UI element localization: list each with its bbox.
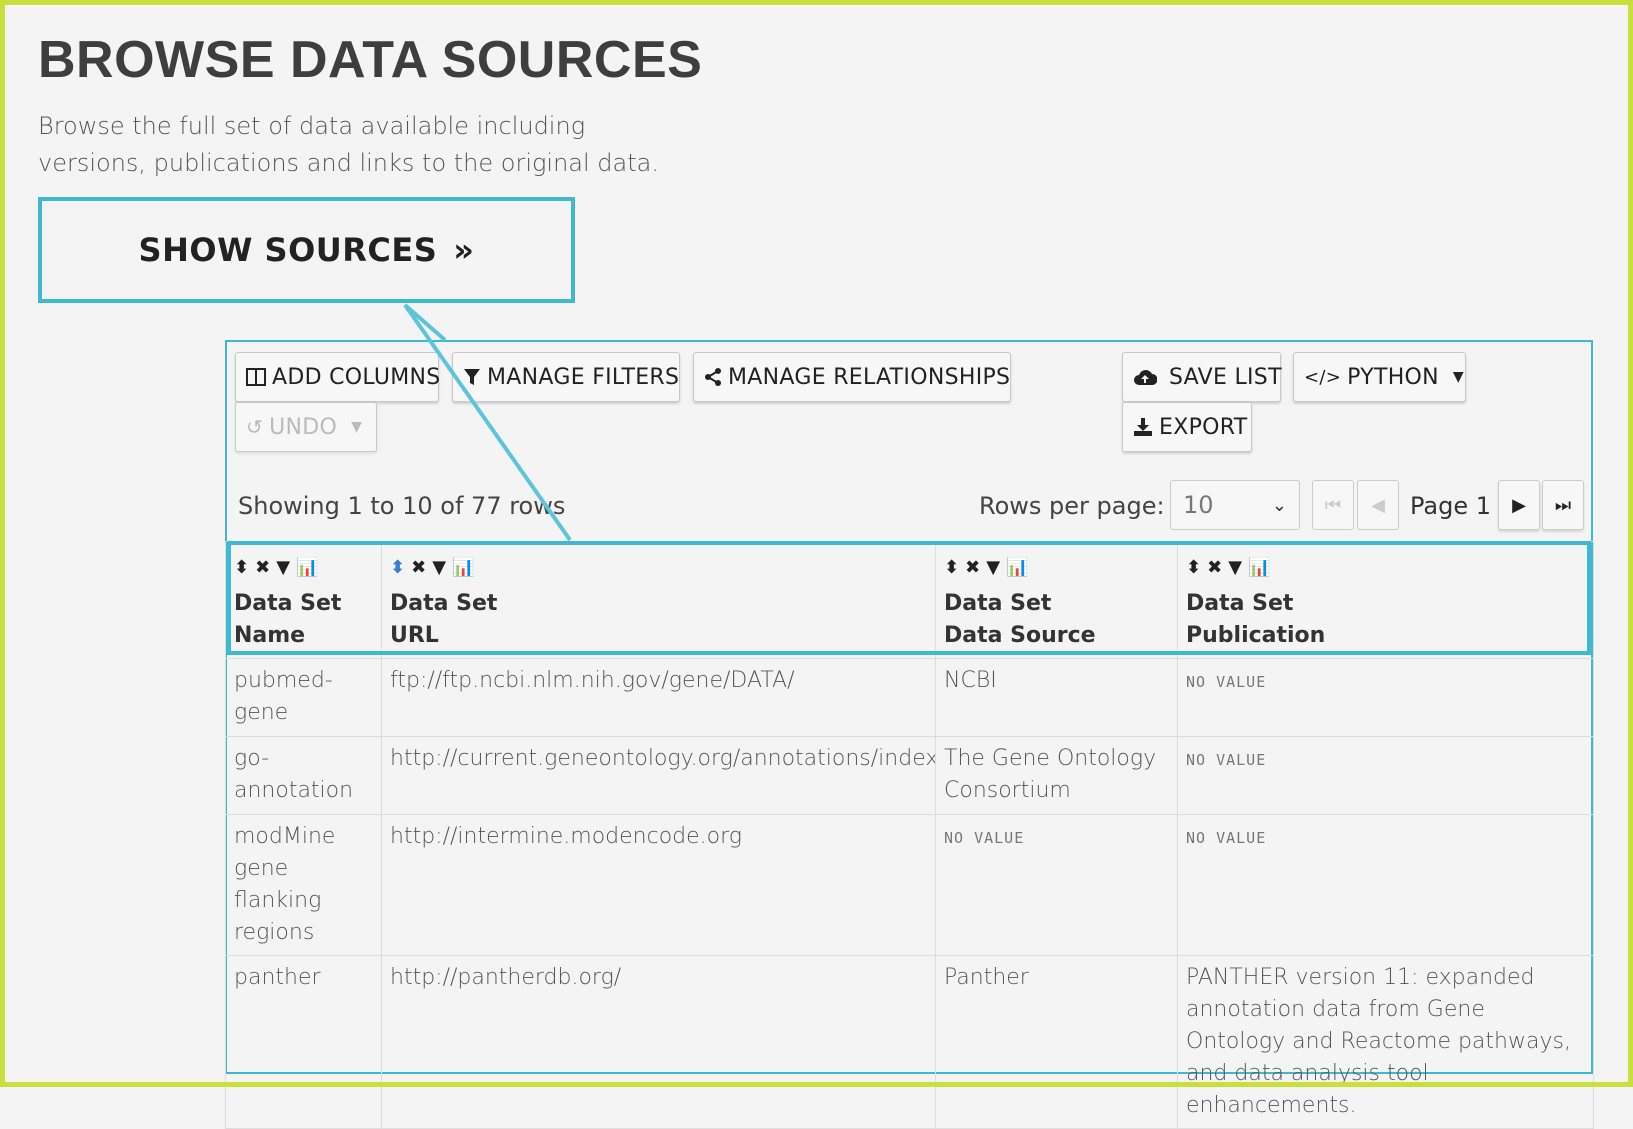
- export-button[interactable]: EXPORT: [1122, 402, 1252, 452]
- page-indicator: Page 1: [1410, 492, 1491, 520]
- undo-label: UNDO: [269, 414, 338, 440]
- show-sources-button[interactable]: SHOW SOURCES »: [38, 197, 575, 303]
- table-row[interactable]: pubmed-gene ftp://ftp.ncbi.nlm.nih.gov/g…: [225, 658, 1594, 737]
- cell-name: pubmed-gene: [225, 658, 382, 737]
- remove-column-icon[interactable]: ✖: [1207, 552, 1222, 584]
- column-header-line1: Data Set: [390, 591, 498, 616]
- rows-per-page-label: Rows per page:: [979, 492, 1165, 520]
- first-page-button[interactable]: ⏮: [1312, 480, 1354, 530]
- add-columns-button[interactable]: ADD COLUMNS: [235, 352, 441, 402]
- code-icon: </>: [1304, 366, 1342, 388]
- next-page-button[interactable]: ▶: [1498, 480, 1540, 530]
- manage-relationships-button[interactable]: MANAGE RELATIONSHIPS: [693, 352, 1011, 402]
- table-row[interactable]: panther http://pantherdb.org/ Panther PA…: [225, 955, 1594, 1129]
- no-value-label: NO VALUE: [1186, 673, 1267, 691]
- summary-chart-icon[interactable]: 📊: [1006, 552, 1028, 584]
- column-header-line2: Data Source: [944, 623, 1096, 648]
- column-header-publication: ⬍ ✖ ▼ 📊 Data Set Publication: [1177, 541, 1594, 659]
- column-header-line2: Name: [234, 623, 306, 648]
- undo-button[interactable]: ↺ UNDO ▼: [235, 402, 377, 452]
- summary-chart-icon[interactable]: 📊: [296, 552, 318, 584]
- column-header-line1: Data Set: [234, 591, 342, 616]
- no-value-label: NO VALUE: [1186, 829, 1267, 847]
- add-columns-label: ADD COLUMNS: [272, 364, 441, 390]
- show-sources-label: SHOW SOURCES: [138, 231, 438, 269]
- cell-source: Panther: [935, 955, 1178, 1129]
- table-header-row: ⬍ ✖ ▼ 📊 Data Set Name ⬍ ✖ ▼ 📊 Data Set U…: [225, 541, 1594, 659]
- cell-name: go-annotation: [225, 736, 382, 815]
- cell-name: modMine gene flanking regions: [225, 814, 382, 956]
- cell-url: http://intermine.modencode.org: [381, 814, 936, 956]
- sort-icon[interactable]: ⬍: [1186, 552, 1201, 584]
- cell-name: panther: [225, 955, 382, 1129]
- column-header-line1: Data Set: [944, 591, 1052, 616]
- last-page-button[interactable]: ⏭: [1542, 480, 1584, 530]
- cell-url: http://current.geneontology.org/annotati…: [381, 736, 936, 815]
- manage-filters-button[interactable]: MANAGE FILTERS: [452, 352, 680, 402]
- chevron-down-icon: ⌄: [1271, 494, 1287, 516]
- filter-icon[interactable]: ▼: [432, 552, 446, 584]
- last-page-icon: ⏭: [1554, 494, 1572, 516]
- caret-down-icon: ▼: [1452, 369, 1464, 385]
- rows-per-page-value: 10: [1183, 491, 1214, 519]
- first-page-icon: ⏮: [1324, 494, 1342, 516]
- summary-chart-icon[interactable]: 📊: [1248, 552, 1270, 584]
- summary-chart-icon[interactable]: 📊: [452, 552, 474, 584]
- next-page-icon: ▶: [1512, 494, 1526, 516]
- cell-url: http://pantherdb.org/: [381, 955, 936, 1129]
- share-icon: [704, 368, 722, 386]
- python-label: PYTHON: [1347, 364, 1439, 390]
- page-description: Browse the full set of data available in…: [38, 112, 659, 177]
- column-header-name: ⬍ ✖ ▼ 📊 Data Set Name: [225, 541, 382, 659]
- results-table: ⬍ ✖ ▼ 📊 Data Set Name ⬍ ✖ ▼ 📊 Data Set U…: [225, 541, 1594, 1129]
- manage-relationships-label: MANAGE RELATIONSHIPS: [728, 364, 1011, 390]
- manage-filters-label: MANAGE FILTERS: [487, 364, 680, 390]
- export-label: EXPORT: [1159, 414, 1248, 440]
- column-header-line2: URL: [390, 623, 439, 648]
- cloud-upload-icon: [1133, 368, 1157, 386]
- filter-icon: [463, 368, 481, 386]
- python-button[interactable]: </> PYTHON ▼: [1293, 352, 1466, 402]
- column-header-data-source: ⬍ ✖ ▼ 📊 Data Set Data Source: [935, 541, 1178, 659]
- column-header-url: ⬍ ✖ ▼ 📊 Data Set URL: [381, 541, 936, 659]
- column-header-line2: Publication: [1186, 623, 1326, 648]
- cell-source: The Gene Ontology Consortium: [935, 736, 1178, 815]
- filter-icon[interactable]: ▼: [1228, 552, 1242, 584]
- remove-column-icon[interactable]: ✖: [255, 552, 270, 584]
- table-row[interactable]: go-annotation http://current.geneontolog…: [225, 736, 1594, 815]
- cell-source: NCBI: [935, 658, 1178, 737]
- chevron-right-icon: »: [453, 231, 475, 269]
- table-row[interactable]: modMine gene flanking regions http://int…: [225, 814, 1594, 956]
- previous-page-icon: ◀: [1371, 494, 1385, 516]
- no-value-label: NO VALUE: [944, 829, 1025, 847]
- filter-icon[interactable]: ▼: [986, 552, 1000, 584]
- page-title: BROWSE DATA SOURCES: [38, 31, 703, 89]
- cell-source: NO VALUE: [935, 814, 1178, 956]
- sort-icon[interactable]: ⬍: [944, 552, 959, 584]
- results-table-panel: ADD COLUMNS MANAGE FILTERS MANAGE RELATI…: [225, 340, 1594, 1129]
- columns-icon: [246, 368, 266, 386]
- download-icon: [1133, 418, 1153, 436]
- column-header-line1: Data Set: [1186, 591, 1294, 616]
- undo-icon: ↺: [246, 415, 264, 439]
- row-count-text: Showing 1 to 10 of 77 rows: [238, 492, 566, 520]
- sort-icon[interactable]: ⬍: [390, 552, 405, 584]
- cell-publication: NO VALUE: [1177, 736, 1594, 815]
- filter-icon[interactable]: ▼: [276, 552, 290, 584]
- no-value-label: NO VALUE: [1186, 751, 1267, 769]
- cell-publication: PANTHER version 11: expanded annotation …: [1177, 955, 1594, 1129]
- cell-url: ftp://ftp.ncbi.nlm.nih.gov/gene/DATA/: [381, 658, 936, 737]
- previous-page-button[interactable]: ◀: [1357, 480, 1399, 530]
- sort-icon[interactable]: ⬍: [234, 552, 249, 584]
- save-list-button[interactable]: SAVE LIST: [1122, 352, 1282, 402]
- remove-column-icon[interactable]: ✖: [965, 552, 980, 584]
- cell-publication: NO VALUE: [1177, 658, 1594, 737]
- save-list-label: SAVE LIST: [1169, 364, 1282, 390]
- remove-column-icon[interactable]: ✖: [411, 552, 426, 584]
- cell-publication: NO VALUE: [1177, 814, 1594, 956]
- rows-per-page-select[interactable]: 10 ⌄: [1170, 480, 1300, 530]
- caret-down-icon: ▼: [351, 419, 363, 435]
